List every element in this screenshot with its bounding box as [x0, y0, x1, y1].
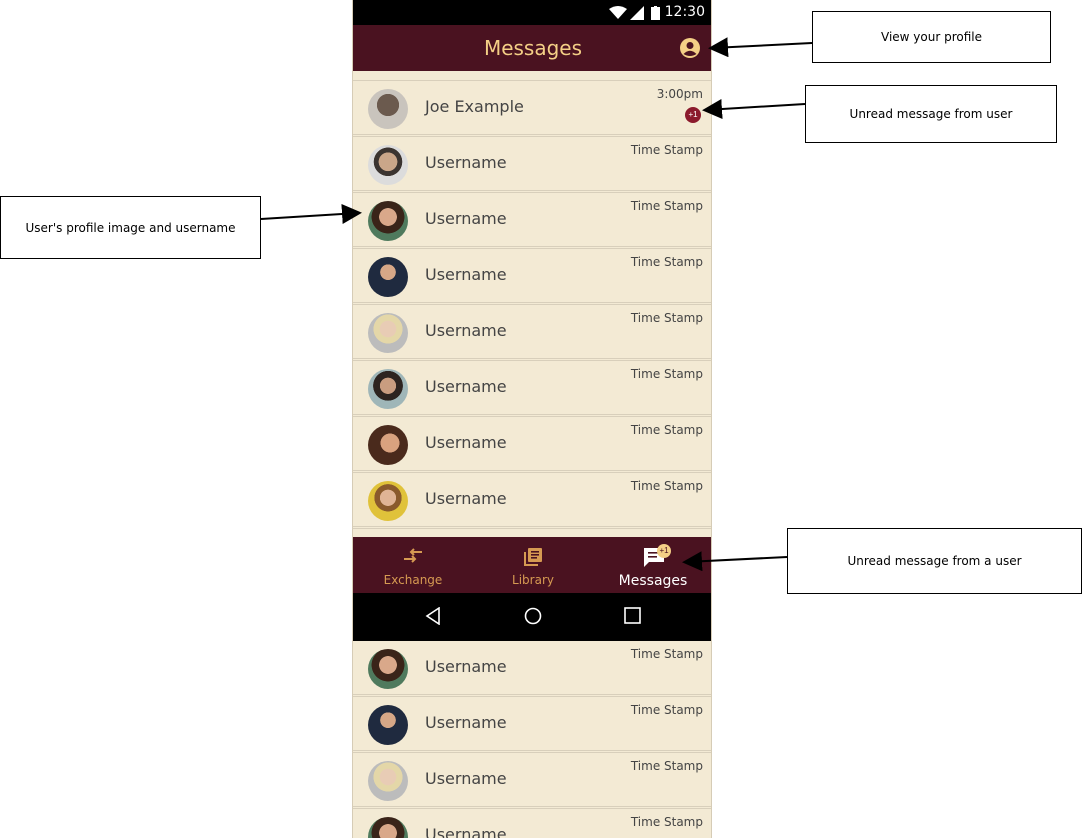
- arrow-profile-image: [260, 204, 362, 224]
- arrow-view-profile: [708, 37, 813, 58]
- annotation-arrows: [260, 37, 813, 572]
- arrow-unread-nav: [682, 551, 788, 572]
- arrow-unread-user: [702, 99, 806, 120]
